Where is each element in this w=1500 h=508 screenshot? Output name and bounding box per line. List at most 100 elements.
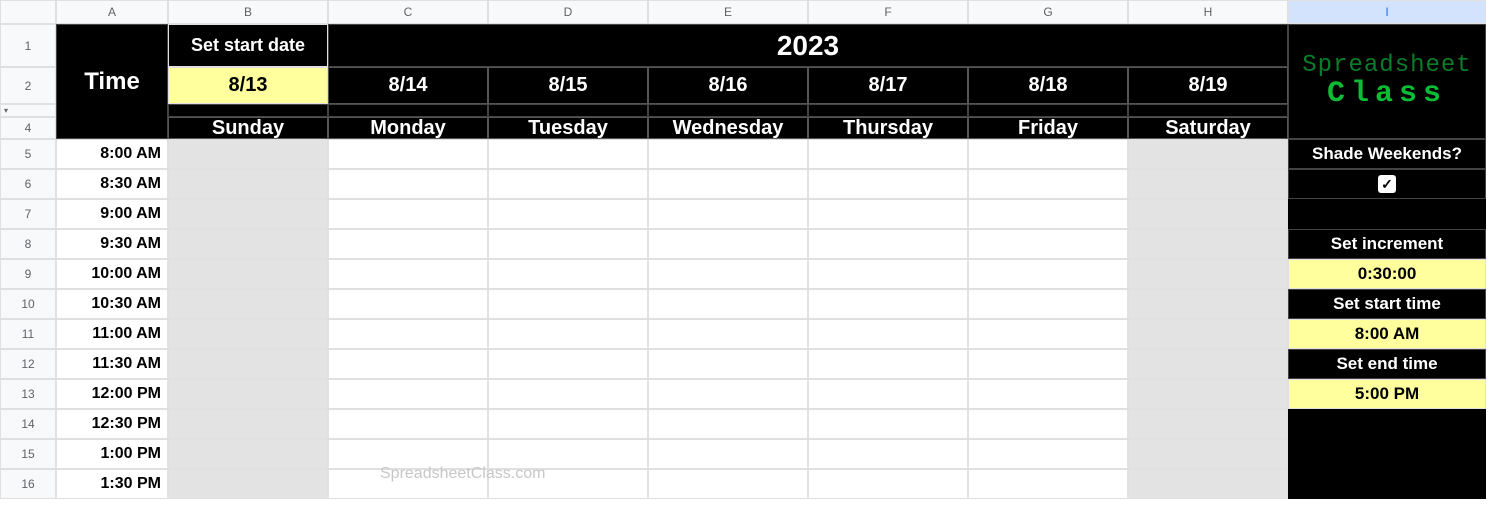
increment-input[interactable]: 0:30:00	[1288, 259, 1486, 289]
schedule-cell[interactable]	[648, 349, 808, 379]
schedule-cell[interactable]	[168, 379, 328, 409]
schedule-cell[interactable]	[808, 139, 968, 169]
row-header-13[interactable]: 13	[0, 379, 56, 409]
schedule-cell[interactable]	[808, 199, 968, 229]
schedule-cell[interactable]	[328, 199, 488, 229]
cell-row3[interactable]	[488, 104, 648, 117]
schedule-cell[interactable]	[968, 409, 1128, 439]
start-date-input[interactable]: 8/13	[168, 67, 328, 104]
schedule-cell[interactable]	[1128, 319, 1288, 349]
row-header-15[interactable]: 15	[0, 439, 56, 469]
schedule-cell[interactable]	[488, 259, 648, 289]
column-header-D[interactable]: D	[488, 0, 648, 24]
schedule-cell[interactable]	[968, 349, 1128, 379]
column-header-H[interactable]: H	[1128, 0, 1288, 24]
row-header-12[interactable]: 12	[0, 349, 56, 379]
schedule-cell[interactable]	[328, 349, 488, 379]
cell-row3[interactable]	[328, 104, 488, 117]
schedule-cell[interactable]	[1128, 409, 1288, 439]
schedule-cell[interactable]	[328, 319, 488, 349]
cell-row3[interactable]	[968, 104, 1128, 117]
schedule-cell[interactable]	[488, 289, 648, 319]
schedule-cell[interactable]	[648, 259, 808, 289]
schedule-cell[interactable]	[1128, 379, 1288, 409]
select-all-corner[interactable]	[0, 0, 56, 24]
schedule-cell[interactable]	[1128, 229, 1288, 259]
schedule-cell[interactable]	[648, 379, 808, 409]
schedule-cell[interactable]	[808, 259, 968, 289]
start-time-input[interactable]: 8:00 AM	[1288, 319, 1486, 349]
schedule-cell[interactable]	[168, 289, 328, 319]
row-header-7[interactable]: 7	[0, 199, 56, 229]
schedule-cell[interactable]	[168, 229, 328, 259]
checkbox-checked-icon[interactable]: ✓	[1378, 175, 1396, 193]
schedule-cell[interactable]	[488, 379, 648, 409]
schedule-cell[interactable]	[328, 229, 488, 259]
column-header-A[interactable]: A	[56, 0, 168, 24]
schedule-cell[interactable]	[648, 139, 808, 169]
column-header-E[interactable]: E	[648, 0, 808, 24]
row-header-8[interactable]: 8	[0, 229, 56, 259]
row-header-6[interactable]: 6	[0, 169, 56, 199]
schedule-cell[interactable]	[648, 289, 808, 319]
cell-row3[interactable]	[648, 104, 808, 117]
row-header-9[interactable]: 9	[0, 259, 56, 289]
schedule-cell[interactable]	[648, 319, 808, 349]
schedule-cell[interactable]	[808, 319, 968, 349]
column-header-G[interactable]: G	[968, 0, 1128, 24]
group-expand-down-icon[interactable]: ▾	[4, 106, 8, 115]
schedule-cell[interactable]	[808, 349, 968, 379]
schedule-cell[interactable]	[168, 439, 328, 469]
row-header-4[interactable]: 4	[0, 117, 56, 139]
schedule-cell[interactable]	[488, 139, 648, 169]
schedule-cell[interactable]	[968, 379, 1128, 409]
schedule-cell[interactable]	[488, 349, 648, 379]
end-time-input[interactable]: 5:00 PM	[1288, 379, 1486, 409]
row-header-11[interactable]: 11	[0, 319, 56, 349]
schedule-cell[interactable]	[168, 139, 328, 169]
schedule-cell[interactable]	[488, 229, 648, 259]
shade-weekends-checkbox[interactable]: ✓	[1288, 169, 1486, 199]
schedule-cell[interactable]	[328, 139, 488, 169]
schedule-cell[interactable]	[488, 319, 648, 349]
schedule-cell[interactable]	[808, 169, 968, 199]
schedule-cell[interactable]	[1128, 439, 1288, 469]
schedule-cell[interactable]	[648, 409, 808, 439]
schedule-cell[interactable]	[1128, 199, 1288, 229]
row-header-10[interactable]: 10	[0, 289, 56, 319]
schedule-cell[interactable]	[168, 469, 328, 499]
schedule-cell[interactable]	[328, 289, 488, 319]
schedule-cell[interactable]	[968, 469, 1128, 499]
schedule-cell[interactable]	[1128, 289, 1288, 319]
cell-row3[interactable]	[808, 104, 968, 117]
cell-row3[interactable]	[168, 104, 328, 117]
schedule-cell[interactable]	[648, 169, 808, 199]
schedule-cell[interactable]	[968, 439, 1128, 469]
schedule-cell[interactable]	[1128, 469, 1288, 499]
schedule-cell[interactable]	[968, 259, 1128, 289]
column-header-B[interactable]: B	[168, 0, 328, 24]
schedule-cell[interactable]	[808, 469, 968, 499]
cell-row3[interactable]	[1128, 104, 1288, 117]
schedule-cell[interactable]	[968, 319, 1128, 349]
schedule-cell[interactable]	[808, 439, 968, 469]
schedule-cell[interactable]	[168, 349, 328, 379]
schedule-cell[interactable]	[1128, 139, 1288, 169]
row-header-1[interactable]: 1	[0, 24, 56, 67]
schedule-cell[interactable]	[488, 199, 648, 229]
schedule-cell[interactable]	[968, 289, 1128, 319]
column-header-F[interactable]: F	[808, 0, 968, 24]
row-header-14[interactable]: 14	[0, 409, 56, 439]
schedule-cell[interactable]	[648, 439, 808, 469]
schedule-cell[interactable]	[488, 409, 648, 439]
schedule-cell[interactable]	[808, 289, 968, 319]
schedule-cell[interactable]	[328, 169, 488, 199]
schedule-cell[interactable]	[328, 409, 488, 439]
schedule-cell[interactable]	[808, 379, 968, 409]
schedule-cell[interactable]	[328, 259, 488, 289]
schedule-cell[interactable]	[1128, 349, 1288, 379]
schedule-cell[interactable]	[168, 259, 328, 289]
schedule-cell[interactable]	[648, 199, 808, 229]
schedule-cell[interactable]	[488, 169, 648, 199]
schedule-cell[interactable]	[168, 199, 328, 229]
